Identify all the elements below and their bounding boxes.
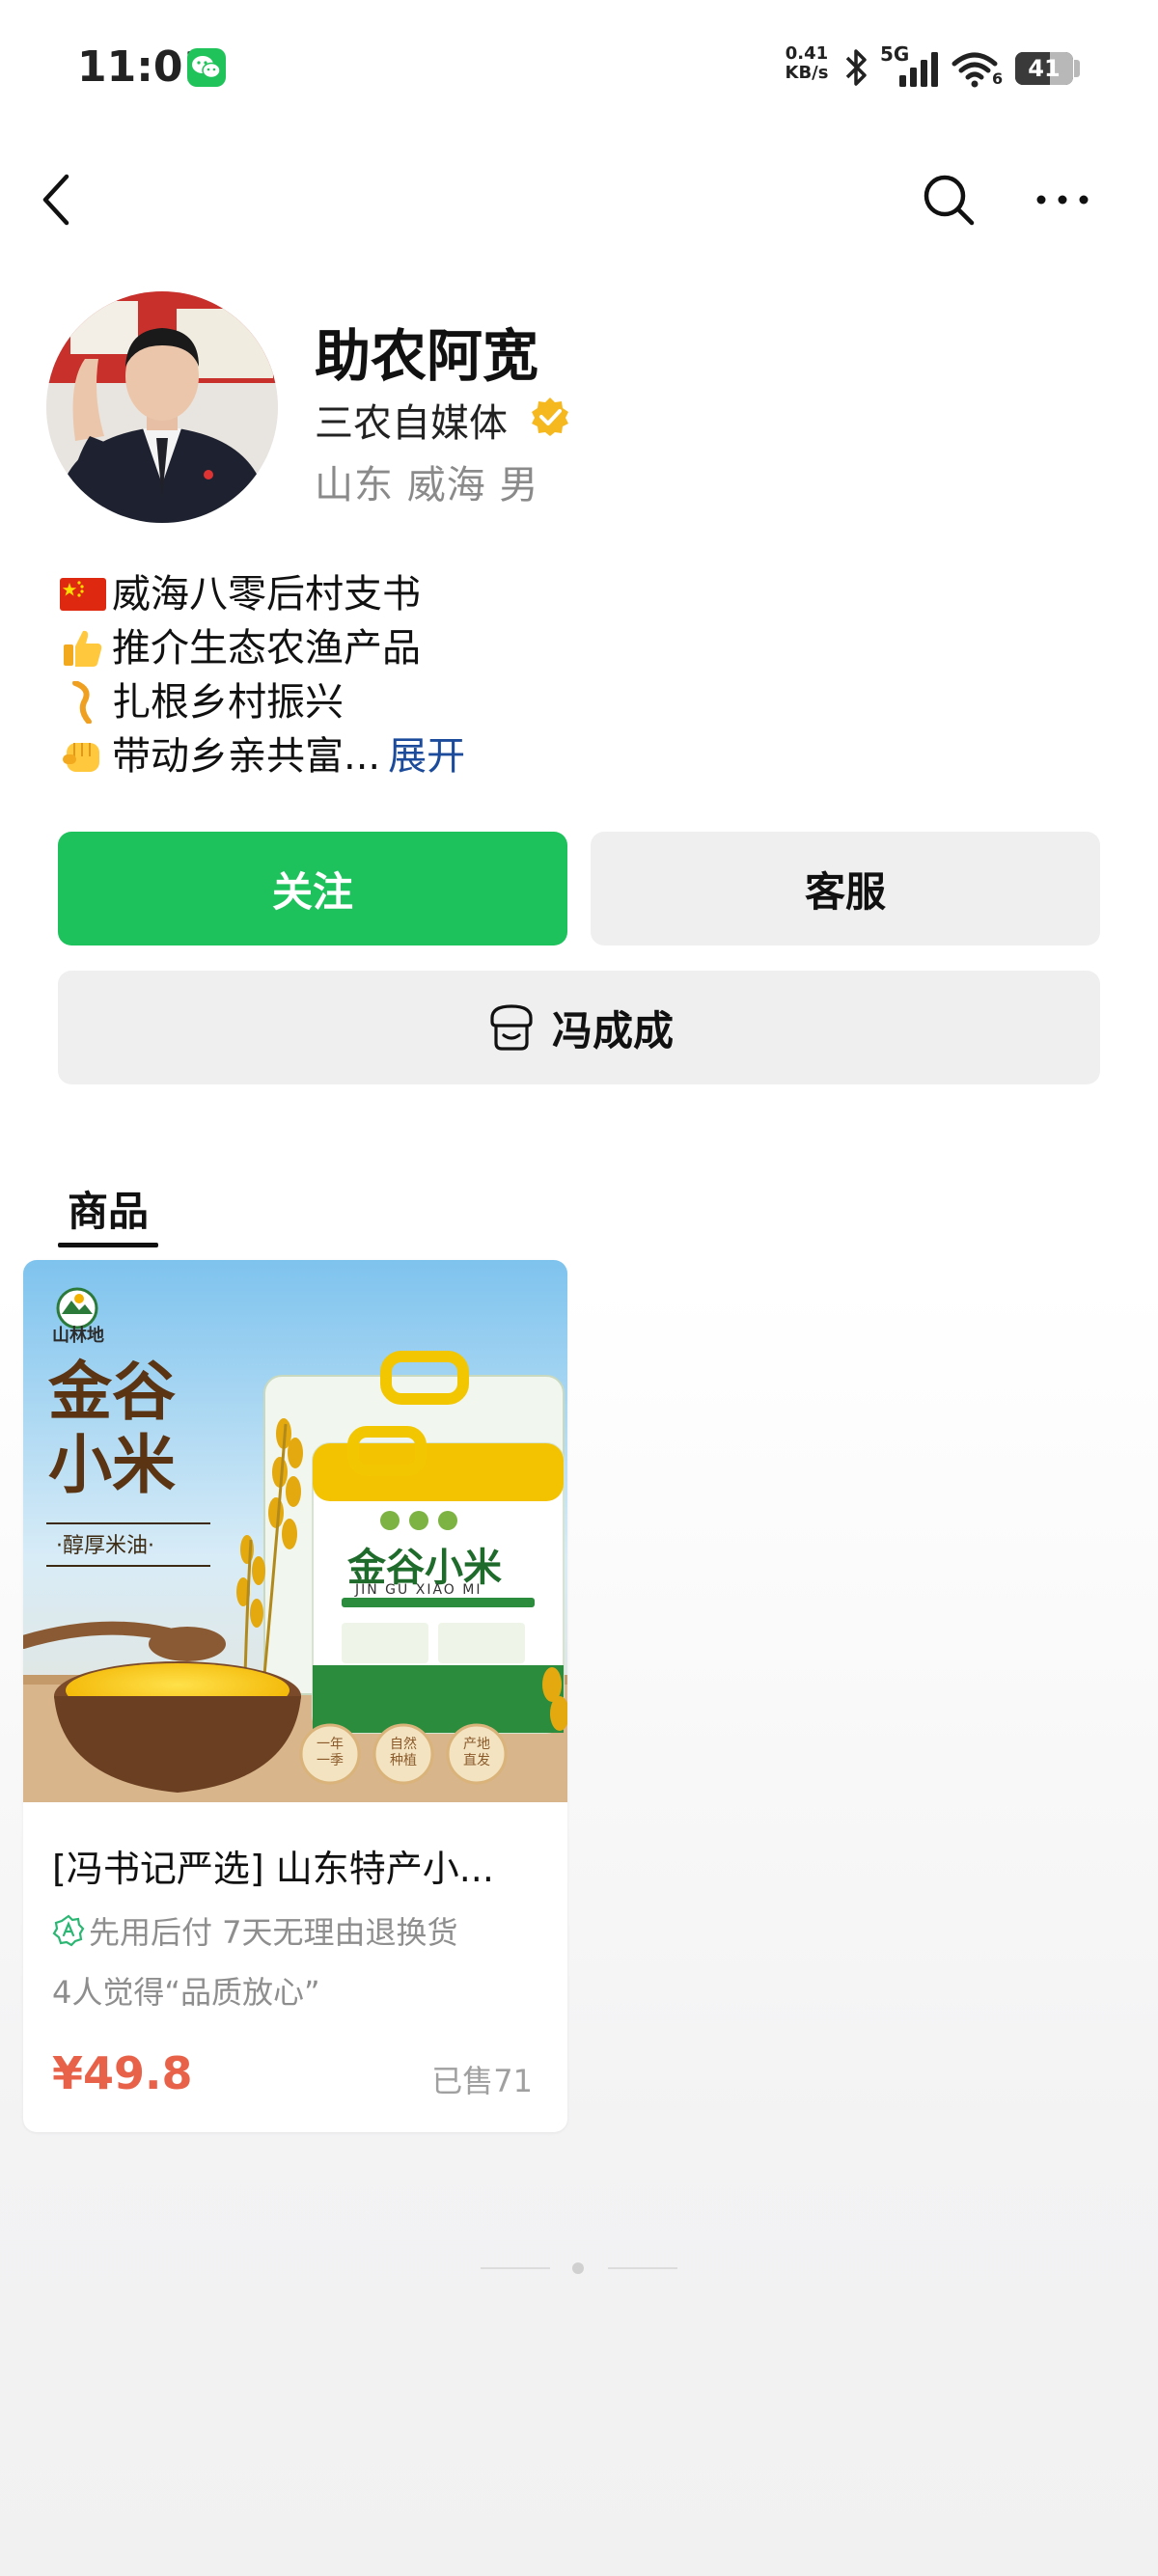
bio-text: 威海八零后村支书 (112, 572, 421, 617)
bio-line: 推介生态农渔产品 (58, 621, 1100, 675)
pay-later-icon (52, 1914, 85, 1947)
battery-icon: 41 (1015, 52, 1073, 85)
battery-nub (1074, 60, 1080, 77)
verified-badge-icon (532, 397, 568, 436)
tab-active-indicator (58, 1243, 158, 1247)
bio-text: 推介生态农渔产品 (112, 626, 421, 671)
service-tags-text: 先用后付 7天无理由退换货 (89, 1914, 458, 1951)
profile-category: 三农自媒体 (315, 401, 508, 446)
bio-line: 带动乡亲共富... 展开 (58, 729, 1100, 783)
page: 11:01 0.41 KB/s 5G 6 41 助农阿宽 三农自媒体 山东 威海… (0, 0, 1158, 2576)
product-card[interactable]: 山林地 金谷 小米 ·醇厚米油· 金谷小米 JIN GU XIAO MI 一年一… (23, 1260, 567, 2132)
product-slogan: ·醇厚米油· (56, 1534, 154, 1558)
profile-location: 山东 威海 男 (315, 463, 539, 507)
search-icon (924, 175, 975, 226)
shop-name: 冯成成 (551, 1006, 674, 1055)
thumbs-up-icon (58, 629, 108, 668)
china-flag-icon (58, 575, 108, 614)
shop-button[interactable]: 冯成成 (58, 971, 1100, 1084)
follow-button[interactable]: 关注 (58, 832, 567, 945)
product-price: ¥49.8 (52, 2047, 193, 2099)
product-image[interactable]: 山林地 金谷 小米 ·醇厚米油· 金谷小米 JIN GU XIAO MI 一年一… (23, 1260, 567, 1802)
shop-button-content: 冯成成 (484, 999, 674, 1057)
avatar[interactable] (46, 291, 278, 523)
product-service-tags: 先用后付 7天无理由退换货 (52, 1908, 458, 1953)
pager-line-right (608, 2267, 677, 2269)
badge-1: 一年一季 (317, 1737, 344, 1768)
product-sold-count: 已售71 (431, 2063, 533, 2099)
product-review-summary: 4人觉得“品质放心” (52, 1974, 320, 2011)
product-brand: 山林地 (52, 1326, 104, 1346)
more-button[interactable] (1029, 166, 1096, 233)
product-headline-2: 小米 (48, 1427, 176, 1502)
net-speed-value: 0.41 (785, 43, 829, 64)
bio-text: 带动乡亲共富... (112, 734, 381, 779)
root-icon (58, 681, 108, 724)
profile-name: 助农阿宽 (315, 323, 539, 389)
bag-subtitle: JIN GU XIAO MI (355, 1582, 482, 1598)
bio-expand-link[interactable]: 展开 (388, 729, 465, 783)
pager-dot (572, 2262, 584, 2274)
more-icon (1036, 195, 1089, 205)
bio-line: 威海八零后村支书 (58, 567, 1100, 621)
tab-products[interactable]: 商品 (68, 1179, 149, 1238)
back-button[interactable] (23, 166, 91, 233)
search-button[interactable] (915, 166, 982, 233)
bio: 威海八零后村支书 推介生态农渔产品 扎根乡村振兴 带动乡亲共富... 展开 (58, 567, 1100, 783)
badge-2: 自然种植 (390, 1737, 417, 1768)
pager-line-left (481, 2267, 550, 2269)
shop-icon (490, 1004, 533, 1051)
signal-icon (899, 52, 938, 87)
chevron-left-icon (42, 174, 69, 226)
bio-text: 扎根乡村振兴 (112, 680, 344, 725)
bluetooth-icon (845, 49, 867, 86)
wechat-icon (187, 48, 226, 87)
badge-3: 产地直发 (463, 1737, 490, 1768)
product-headline-1: 金谷 (48, 1354, 176, 1429)
product-title[interactable]: [冯书记严选] 山东特产小... (52, 1839, 554, 1892)
net-speed: 0.41 KB/s (780, 44, 834, 83)
bio-line: 扎根乡村振兴 (58, 675, 1100, 729)
battery-level: 41 (1028, 55, 1061, 82)
net-speed-unit: KB/s (785, 63, 829, 83)
wifi-level: 6 (992, 69, 1004, 88)
fist-icon (58, 737, 108, 776)
customer-service-button[interactable]: 客服 (591, 832, 1100, 945)
